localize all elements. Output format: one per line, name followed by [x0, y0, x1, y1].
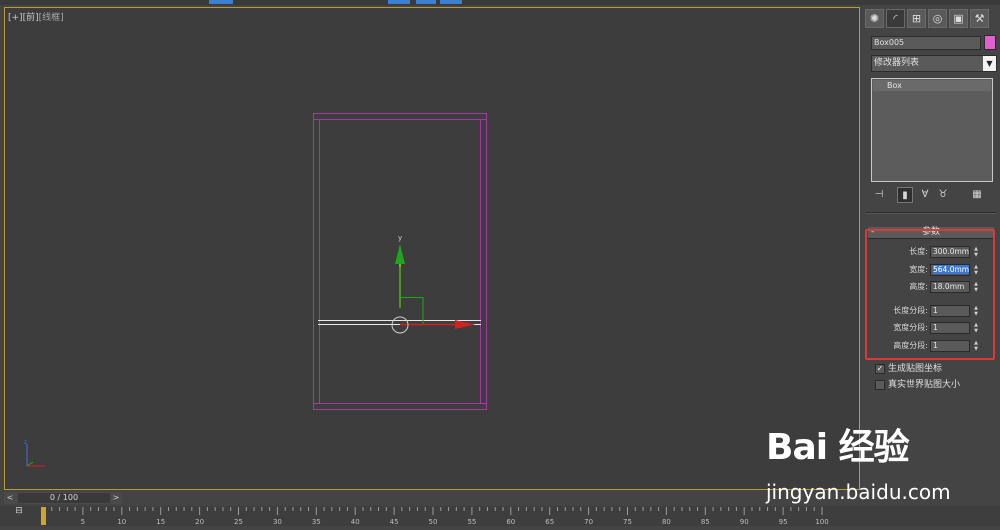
- time-slider[interactable]: < 0 / 100 >: [4, 492, 122, 504]
- modifier-list-dropdown[interactable]: 修改器列表 ▼: [871, 55, 997, 72]
- highlight-annotation-box: [865, 229, 995, 360]
- gizmo-y-label: y: [398, 234, 402, 242]
- stack-toolbar: ⊣ ▮ ∀ ♉ ▦: [871, 187, 997, 205]
- mini-axis-z-label: z: [24, 439, 27, 446]
- ruler-tick-label: 50: [429, 518, 438, 526]
- ruler-tick-label: 40: [351, 518, 360, 526]
- toolbar-button[interactable]: [416, 0, 436, 4]
- object-name-field[interactable]: Box005: [871, 36, 981, 50]
- checkbox-unchecked-icon[interactable]: [875, 379, 885, 390]
- ruler-tick-label: 55: [467, 518, 476, 526]
- command-panel-tabs: ✺ ◜ ⊞ ◎ ▣ ⚒: [865, 9, 998, 29]
- ruler-tick-label: 45: [390, 518, 399, 526]
- ruler-tick-label: 10: [117, 518, 126, 526]
- ruler-tick-label: 85: [701, 518, 710, 526]
- divider: [866, 212, 997, 214]
- timeline-toggle-icon[interactable]: ⊟: [8, 506, 30, 526]
- world-axis-icon: z: [24, 439, 45, 467]
- toolbar-button[interactable]: [440, 0, 462, 4]
- toolbar-button[interactable]: [209, 0, 233, 4]
- hierarchy-icon[interactable]: ⊞: [907, 9, 926, 28]
- checkbox-gen-mapping-label: 生成贴图坐标: [888, 364, 943, 374]
- watermark-logo: Bai 经验: [766, 427, 910, 468]
- frame-readout[interactable]: 0 / 100: [18, 493, 110, 503]
- modifier-list-label: 修改器列表: [874, 58, 920, 68]
- ruler-tick-label: 20: [195, 518, 204, 526]
- time-prev-button[interactable]: <: [6, 492, 14, 504]
- current-frame-marker[interactable]: [41, 507, 46, 525]
- toolbar-button[interactable]: [388, 0, 410, 4]
- timeline-ruler[interactable]: 0510152025303540455055606570758085909510…: [0, 506, 1000, 526]
- top-toolbar-strip: [0, 0, 1000, 5]
- ruler-tick-label: 35: [312, 518, 321, 526]
- remove-modifier-icon[interactable]: ♉: [935, 187, 951, 203]
- viewport-scene: y: [313, 113, 487, 410]
- configure-sets-icon[interactable]: ▦: [969, 187, 985, 203]
- object-color-swatch[interactable]: [984, 35, 996, 50]
- ruler-tick-label: 70: [584, 518, 593, 526]
- show-end-result-icon[interactable]: ▮: [897, 187, 913, 203]
- make-unique-icon[interactable]: ∀: [917, 187, 933, 203]
- time-next-button[interactable]: >: [112, 492, 120, 504]
- motion-icon[interactable]: ◎: [928, 9, 947, 28]
- modify-icon[interactable]: ◜: [886, 9, 905, 28]
- modifier-stack[interactable]: Box: [871, 78, 993, 182]
- ruler-tick-label: 25: [234, 518, 243, 526]
- ruler-tick-label: 90: [740, 518, 749, 526]
- ruler-tick-label: 5: [81, 518, 85, 526]
- ruler-tick-label: 30: [273, 518, 282, 526]
- ruler-tick-label: 100: [815, 518, 828, 526]
- ruler-tick-label: 65: [545, 518, 554, 526]
- pin-stack-icon[interactable]: ⊣: [871, 187, 887, 203]
- ruler-tick-label: 75: [623, 518, 632, 526]
- move-gizmo[interactable]: y: [391, 234, 475, 334]
- timeline-ruler-svg: 0510152025303540455055606570758085909510…: [41, 507, 829, 526]
- ruler-tick-label: 95: [779, 518, 788, 526]
- utilities-icon[interactable]: ⚒: [970, 9, 989, 28]
- ruler-tick-label: 15: [156, 518, 165, 526]
- create-icon[interactable]: ✺: [865, 9, 884, 28]
- checkbox-checked-icon[interactable]: ✓: [875, 363, 885, 374]
- watermark-url: jingyan.baidu.com: [766, 480, 951, 504]
- checkbox-real-world-map-label: 真实世界贴图大小: [888, 380, 961, 390]
- chevron-down-icon[interactable]: ▼: [983, 56, 996, 71]
- checkbox-real-world-map[interactable]: 真实世界贴图大小: [875, 377, 960, 393]
- front-viewport[interactable]: [+][前][线框] y z: [4, 7, 860, 490]
- baidu-watermark: Bai 经验 jingyan.baidu.com: [766, 418, 951, 504]
- display-icon[interactable]: ▣: [949, 9, 968, 28]
- stack-item-box[interactable]: Box: [873, 80, 991, 91]
- mapping-options: ✓ 生成贴图坐标 真实世界贴图大小: [875, 361, 960, 393]
- ruler-tick-label: 60: [506, 518, 515, 526]
- ruler-tick-label: 80: [662, 518, 671, 526]
- checkbox-gen-mapping[interactable]: ✓ 生成贴图坐标: [875, 361, 960, 377]
